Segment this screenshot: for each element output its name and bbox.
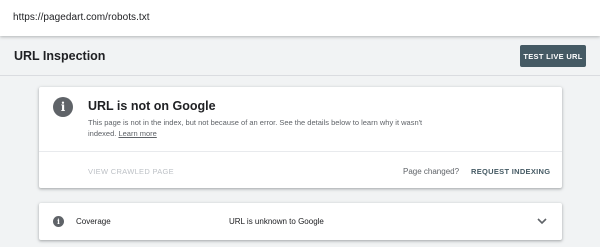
index-status-card: i URL is not on Google This page is not …: [39, 87, 562, 188]
url-text: https://pagedart.com/robots.txt: [13, 12, 150, 23]
page-changed-label: Page changed?: [403, 167, 460, 176]
page-header: URL Inspection: [0, 36, 600, 76]
test-live-url-button[interactable]: TEST LIVE URL: [520, 45, 586, 67]
learn-more-link[interactable]: Learn more: [118, 129, 156, 138]
coverage-status: URL is unknown to Google: [229, 217, 324, 226]
status-heading: URL is not on Google: [88, 99, 216, 113]
info-icon: i: [53, 216, 64, 227]
coverage-row[interactable]: i Coverage URL is unknown to Google: [39, 203, 562, 240]
card-divider: [39, 151, 562, 152]
address-bar[interactable]: https://pagedart.com/robots.txt: [0, 0, 600, 36]
info-icon: i: [53, 97, 73, 117]
chevron-down-icon[interactable]: [536, 216, 548, 226]
coverage-label: Coverage: [76, 217, 111, 226]
request-indexing-button[interactable]: REQUEST INDEXING: [471, 167, 550, 176]
page-title: URL Inspection: [14, 49, 106, 63]
status-description: This page is not in the index, but not b…: [88, 117, 448, 139]
view-crawled-page-button[interactable]: VIEW CRAWLED PAGE: [88, 167, 174, 176]
